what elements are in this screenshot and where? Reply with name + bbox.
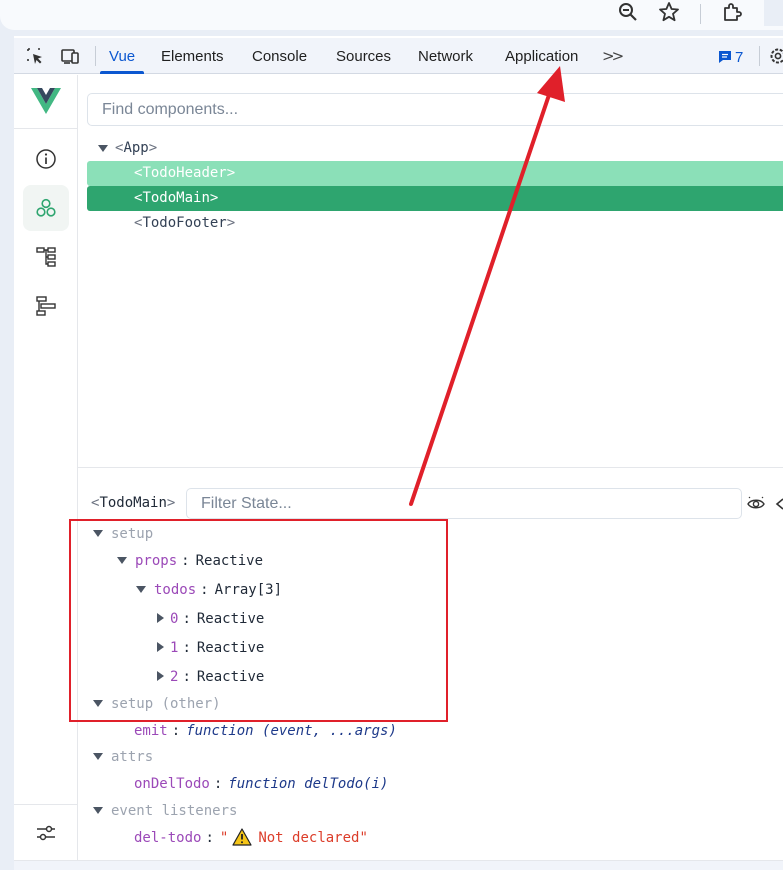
settings-icon[interactable] — [768, 46, 783, 66]
extensions-icon[interactable] — [720, 0, 744, 24]
components-icon — [36, 198, 56, 217]
tree-node-todomain[interactable]: <TodoMain> — [87, 186, 783, 211]
zoom-icon[interactable] — [616, 0, 640, 24]
issues-button[interactable]: 7 — [718, 47, 743, 67]
tab-sources[interactable]: Sources — [324, 38, 403, 74]
tree-icon — [36, 247, 56, 267]
eye-icon[interactable] — [746, 494, 766, 514]
filter-state-input[interactable] — [187, 489, 741, 518]
star-icon[interactable] — [657, 0, 681, 24]
sidebar-item-timeline[interactable] — [23, 283, 69, 329]
tree-node-label: TodoFooter — [142, 215, 227, 231]
issues-count: 7 — [735, 48, 744, 66]
toolbar-edge — [764, 0, 783, 26]
inspect-icon[interactable] — [25, 46, 45, 66]
tab-network[interactable]: Network — [406, 38, 485, 74]
tree-node-todoheader[interactable]: <TodoHeader> — [87, 161, 783, 186]
annotation-box — [69, 519, 448, 722]
vue-logo — [31, 88, 61, 114]
sidebar-divider — [14, 128, 77, 129]
sidebar-item-tree[interactable] — [23, 234, 69, 280]
expand-caret-icon[interactable] — [98, 145, 108, 152]
component-tree: <App> <TodoHeader> <TodoMain> <TodoFoote… — [87, 136, 783, 236]
component-search[interactable] — [87, 93, 783, 126]
expand-caret-icon[interactable] — [93, 753, 103, 760]
state-row-emit[interactable]: emit: function (event, ...args) — [134, 719, 397, 743]
tab-divider — [95, 46, 96, 66]
more-tabs-button[interactable]: >> — [602, 38, 624, 74]
info-icon — [36, 149, 56, 169]
warning-icon — [232, 828, 252, 846]
bottom-scrollbar[interactable] — [14, 860, 783, 870]
tree-node-label: TodoHeader — [142, 165, 227, 181]
window-left-edge — [0, 36, 14, 870]
sidebar-divider — [14, 804, 77, 805]
tree-node-todofooter[interactable]: <TodoFooter> — [87, 211, 783, 236]
section-attrs[interactable]: attrs — [93, 745, 153, 769]
timeline-icon — [36, 296, 56, 316]
pane-splitter[interactable] — [78, 467, 783, 468]
tree-node-label: App — [123, 140, 149, 156]
state-row-deltodo[interactable]: del-todo: " Not declared" — [134, 826, 368, 850]
devtools-tab-bar: Vue Elements Console Sources Network App… — [14, 38, 783, 74]
tree-node-label: TodoMain — [142, 190, 210, 206]
tab-console[interactable]: Console — [240, 38, 319, 74]
tab-vue[interactable]: Vue — [97, 38, 147, 74]
inspector-component-name: TodoMain — [99, 495, 167, 511]
tab-elements[interactable]: Elements — [149, 38, 236, 74]
device-toggle-icon[interactable] — [60, 46, 80, 66]
tab-divider — [759, 46, 760, 66]
sidebar-item-settings[interactable] — [23, 810, 69, 856]
filter-state[interactable] — [186, 488, 742, 519]
browser-toolbar — [0, 0, 783, 36]
toolbar-divider — [700, 4, 701, 24]
state-row-ondeltodo[interactable]: onDelTodo: function delTodo(i) — [134, 772, 388, 796]
vue-devtools-sidebar — [14, 75, 78, 870]
expand-caret-icon[interactable] — [93, 807, 103, 814]
component-search-input[interactable] — [88, 94, 783, 125]
inspector-title: <TodoMain> — [91, 495, 176, 511]
tab-application[interactable]: Application — [493, 38, 590, 74]
section-event-listeners[interactable]: event listeners — [93, 799, 237, 823]
issues-icon — [719, 51, 731, 63]
sidebar-item-overview[interactable] — [23, 136, 69, 182]
settings-sliders-icon — [37, 825, 55, 841]
tree-node-app[interactable]: <App> — [87, 136, 783, 161]
sidebar-item-components[interactable] — [23, 185, 69, 231]
chevron-left-icon[interactable] — [774, 494, 783, 514]
